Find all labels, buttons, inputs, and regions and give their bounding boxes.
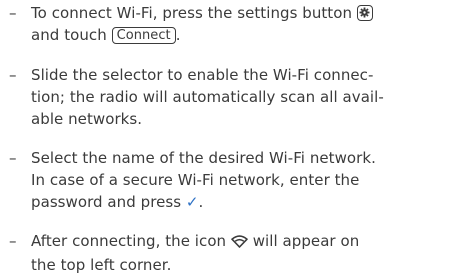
instruction-text: Select the name of the desired Wi-Fi net… (31, 149, 376, 167)
list-item-text: To connect Wi-Fi, press the settings but… (31, 2, 455, 46)
list-item-text: Select the name of the desired Wi-Fi net… (31, 147, 455, 213)
instruction-text: and touch (31, 26, 112, 44)
instruction-text: the top left corner. (31, 256, 172, 274)
settings-gear-icon (356, 5, 373, 21)
list-item: – Select the name of the desired Wi-Fi n… (9, 147, 455, 213)
instruction-text: able networks. (31, 110, 143, 128)
instruction-text: To connect Wi-Fi, press the settings but… (31, 4, 357, 22)
list-item-text: Slide the selector to enable the Wi-Fi c… (31, 64, 455, 130)
connect-button-label: Connect (111, 27, 176, 44)
list-item: – After connecting, the icon will appear… (9, 230, 455, 276)
instruction-text: Slide the selector to enable the Wi-Fi c… (31, 66, 374, 84)
list-item-text: After connecting, the icon will appear o… (31, 230, 455, 276)
bullet-dash: – (9, 149, 17, 167)
instruction-text: password and press (31, 193, 186, 211)
instruction-text: . (198, 193, 204, 211)
instruction-text: . (175, 26, 181, 44)
wifi-icon (231, 232, 248, 254)
list-item: – Slide the selector to enable the Wi-Fi… (9, 64, 455, 130)
instruction-text: will appear on (247, 232, 360, 250)
bullet-dash: – (9, 232, 17, 250)
instructions-page: – To connect Wi-Fi, press the settings b… (0, 0, 455, 280)
bullet-dash: – (9, 66, 17, 84)
instruction-text: After connecting, the icon (31, 232, 231, 250)
instruction-text: In case of a secure Wi-Fi network, enter… (31, 171, 360, 189)
bullet-dash: – (9, 4, 17, 22)
checkmark-icon: ✓ (185, 193, 199, 211)
instruction-text: tion; the radio will automatically scan … (31, 88, 384, 106)
list-item: – To connect Wi-Fi, press the settings b… (9, 2, 455, 46)
